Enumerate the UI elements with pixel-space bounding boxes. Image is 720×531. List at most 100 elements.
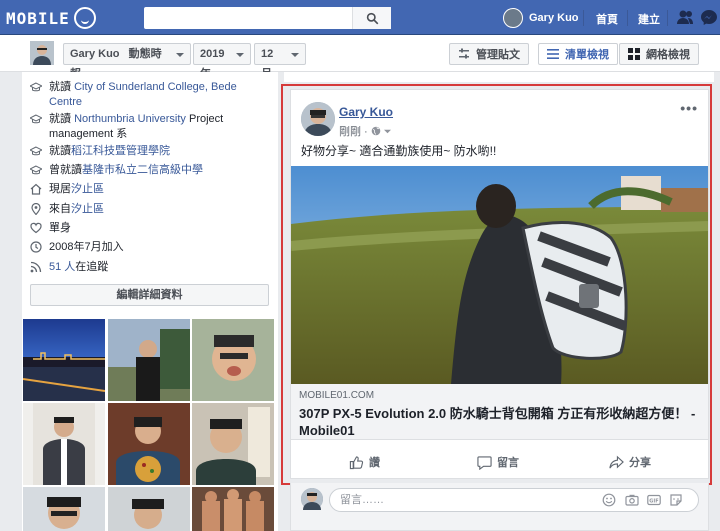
intro-prefix: 就讀	[49, 145, 71, 157]
intro-item: 曾就讀基隆市私立二信高級中學	[30, 163, 270, 178]
comment-input[interactable]: 留言……	[329, 488, 699, 512]
top-navigation-bar: MOBILE Gary Kuo 首頁 建立	[0, 0, 720, 35]
photo-thumbnail[interactable]	[108, 319, 190, 401]
intro-item: 就讀稻江科技暨管理學院	[30, 144, 270, 159]
followers-link[interactable]: 51 人	[49, 261, 75, 273]
search-button[interactable]	[352, 7, 391, 29]
create-link[interactable]: 建立	[638, 11, 660, 27]
home-icon	[30, 183, 42, 195]
settings-sliders-icon	[459, 48, 469, 59]
more-options-icon[interactable]: •••	[680, 100, 698, 116]
home-link[interactable]: 首頁	[596, 11, 618, 27]
manage-posts-label: 管理貼文	[476, 49, 520, 61]
edit-details-button[interactable]: 編輯詳細資料	[30, 284, 269, 306]
author-avatar[interactable]	[301, 102, 335, 136]
divider	[583, 10, 584, 26]
friends-icon[interactable]	[676, 9, 694, 25]
manage-posts-button[interactable]: 管理貼文	[449, 43, 529, 65]
photo-thumbnail[interactable]	[23, 487, 105, 531]
like-button[interactable]: 讚	[349, 454, 380, 470]
post-link-image[interactable]	[291, 166, 708, 384]
activity-dropdown[interactable]: Gary Kuo 動態時報	[63, 43, 191, 80]
divider	[667, 10, 668, 26]
like-label: 讚	[369, 457, 380, 469]
avatar	[301, 488, 323, 510]
globe-icon[interactable]	[371, 126, 381, 136]
search-icon	[366, 12, 378, 24]
school-link[interactable]: City of Sunderland College, Bede Centre	[49, 81, 237, 108]
joined-date: 2008年7月加入	[49, 241, 124, 253]
intro-prefix: 曾就讀	[49, 164, 82, 176]
topbar-profile-link[interactable]: Gary Kuo	[503, 6, 579, 30]
photo-thumbnail[interactable]	[108, 487, 190, 531]
intro-prefix: 就讀	[49, 81, 75, 93]
share-button[interactable]: 分享	[609, 454, 651, 470]
logo-text: MOBILE	[6, 8, 70, 28]
intro-item: 單身	[30, 221, 270, 236]
list-view-label: 清單檢視	[565, 49, 609, 61]
school-link[interactable]: 基隆市私立二信高級中學	[82, 164, 203, 176]
school-link[interactable]: Northumbria University	[74, 113, 186, 125]
city-link[interactable]: 汐止區	[71, 183, 104, 195]
messenger-icon[interactable]	[700, 9, 718, 25]
profile-name-label: Gary Kuo	[70, 48, 120, 60]
post-action-bar: 讚 留言 分享	[291, 448, 708, 478]
photo-thumbnail[interactable]	[23, 319, 105, 401]
education-icon	[30, 146, 42, 156]
post-author-link[interactable]: Gary Kuo	[339, 105, 393, 119]
photo-thumbnail[interactable]	[192, 487, 274, 531]
heart-icon	[30, 222, 42, 234]
post-body-text: 好物分享~ 適合通勤族使用~ 防水喲!!	[301, 144, 497, 158]
education-icon	[30, 82, 42, 92]
month-dropdown[interactable]: 12 月	[254, 43, 306, 80]
emoji-icon[interactable]	[602, 493, 616, 507]
school-link[interactable]: 稻江科技暨管理學院	[71, 145, 170, 157]
post-timestamp[interactable]: 剛剛 ·	[339, 123, 391, 139]
relationship-status: 單身	[49, 222, 71, 234]
avatar	[503, 8, 523, 28]
site-logo[interactable]: MOBILE	[6, 6, 146, 30]
camera-icon[interactable]	[625, 493, 639, 507]
sticker-icon[interactable]	[669, 493, 683, 507]
intro-suffix: 在追蹤	[75, 261, 109, 273]
hometown-link[interactable]: 汐止區	[71, 203, 104, 215]
chevron-down-icon[interactable]	[383, 128, 391, 135]
grid-icon	[628, 48, 640, 60]
svg-text:GIF: GIF	[649, 499, 658, 505]
chevron-down-icon	[236, 53, 244, 57]
education-icon	[30, 165, 42, 175]
topbar-user-name: Gary Kuo	[529, 12, 579, 24]
divider	[627, 10, 628, 26]
chevron-down-icon	[176, 53, 184, 57]
intro-item: 就讀 City of Sunderland College, Bede Cent…	[30, 80, 270, 110]
link-preview[interactable]: MOBILE01.COM 307P PX-5 Evolution 2.0 防水騎…	[291, 384, 708, 440]
share-label: 分享	[629, 457, 651, 469]
logo-face-icon	[73, 7, 96, 29]
gif-icon[interactable]: GIF	[647, 493, 661, 507]
intro-prefix: 來自	[49, 203, 71, 215]
photo-thumbnail[interactable]	[192, 319, 274, 401]
year-dropdown[interactable]: 2019年	[193, 43, 251, 80]
profile-thumbnail[interactable]	[30, 41, 54, 65]
photo-thumbnail[interactable]	[192, 403, 274, 485]
intro-item: 2008年7月加入	[30, 240, 270, 255]
intro-item: 就讀 Northumbria University Project manage…	[30, 112, 240, 142]
post-card: Gary Kuo 剛剛 · ••• 好物分享~ 適合通勤族使用~ 防水喲!! M…	[290, 89, 709, 479]
comment-button[interactable]: 留言	[477, 454, 519, 470]
grid-view-button[interactable]: 網格檢視	[619, 43, 699, 65]
timeline-toolbar: Gary Kuo 動態時報 2019年 12 月 管理貼文 清單檢視 網格檢視	[0, 35, 720, 80]
comment-icon	[477, 455, 492, 470]
photo-thumbnail[interactable]	[108, 403, 190, 485]
list-icon	[547, 49, 559, 59]
photo-thumbnail[interactable]	[23, 403, 105, 485]
list-view-button[interactable]: 清單檢視	[538, 43, 618, 65]
comment-composer: 留言…… GIF	[290, 483, 709, 531]
link-domain: MOBILE01.COM	[299, 390, 375, 401]
clock-icon	[30, 241, 42, 253]
chevron-down-icon	[291, 53, 299, 57]
share-icon	[609, 455, 624, 468]
education-icon	[30, 114, 42, 124]
link-title[interactable]: 307P PX-5 Evolution 2.0 防水騎士背包開箱 方正有形收納超…	[299, 405, 699, 439]
intro-item: 51 人在追蹤	[30, 260, 270, 275]
rss-icon	[30, 261, 42, 273]
